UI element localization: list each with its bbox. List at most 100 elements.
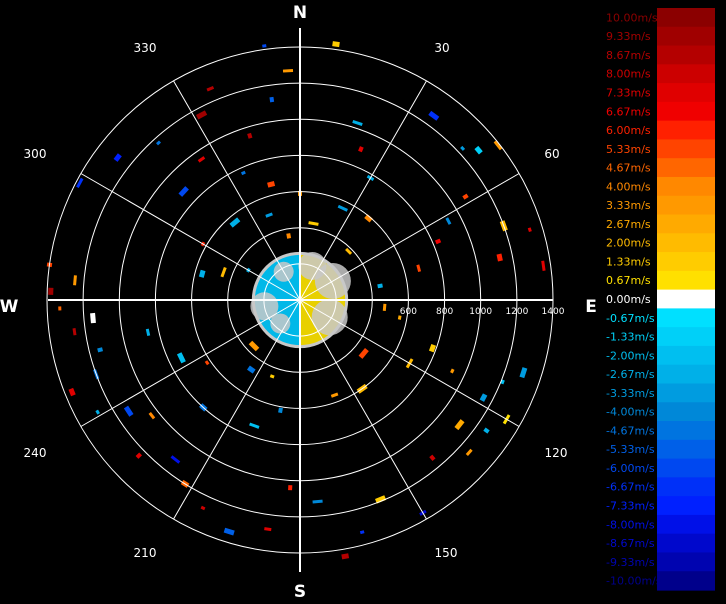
colorbar-label: 6.67m/s — [606, 105, 651, 118]
range-label: 600 — [400, 307, 417, 317]
colorbar-swatch — [657, 270, 715, 291]
echo-gate — [330, 392, 339, 398]
bearing-label: 300 — [24, 147, 47, 161]
echo-gate — [249, 422, 260, 429]
colorbar-swatch — [657, 496, 715, 516]
ppi-figure: N E S W 30 60 120 150 210 240 300 330 600 800 1000 1200… — [0, 0, 726, 602]
colorbar-label: 8.67m/s — [606, 49, 651, 62]
echo-gate — [220, 266, 227, 278]
echo-gate — [479, 393, 488, 402]
echo-gate — [435, 238, 442, 245]
colorbar-swatch — [657, 45, 715, 65]
echo-gate — [377, 283, 383, 289]
echo-gate — [73, 275, 77, 286]
bearing-label: 240 — [24, 446, 47, 460]
echo-gate — [429, 454, 436, 462]
echo-gate — [265, 212, 273, 218]
echo-gate — [170, 455, 181, 464]
echo-gate — [198, 269, 206, 278]
colorbar-label: -9.33m/s — [606, 556, 655, 569]
echo-gate — [269, 96, 275, 103]
echo-gate — [113, 153, 122, 162]
colorbar-swatch — [657, 176, 715, 197]
colorbar-label: 4.67m/s — [606, 162, 651, 175]
echo-gate — [176, 352, 186, 364]
echo-gate — [267, 181, 276, 188]
colorbar-label: 7.33m/s — [606, 87, 651, 100]
echo-gate — [483, 427, 490, 434]
colorbar-swatch — [657, 421, 715, 441]
colorbar-swatch — [657, 8, 715, 28]
colorbar-label: -0.67m/s — [606, 312, 655, 325]
range-label: 1000 — [469, 307, 492, 317]
compass-w-label: W — [0, 297, 19, 317]
colorbar-label: 0.67m/s — [606, 274, 651, 287]
echo-gate — [282, 69, 294, 73]
colorbar-label: 2.00m/s — [606, 237, 651, 250]
colorbar-label: -7.33m/s — [606, 500, 655, 513]
echo-gate — [72, 328, 77, 336]
compass-e-label: E — [585, 297, 597, 317]
colorbar-swatch — [657, 439, 715, 460]
colorbar-label: 4.00m/s — [606, 180, 651, 193]
echo-gate — [200, 505, 206, 511]
echo-gate — [223, 527, 235, 536]
bearing-label: 210 — [134, 546, 157, 560]
colorbar-swatch — [657, 477, 715, 497]
bearing-label: 60 — [544, 147, 559, 161]
range-label: 1400 — [542, 307, 565, 317]
echo-gate — [246, 365, 256, 374]
colorbar-label: 5.33m/s — [606, 143, 651, 156]
echo-gate — [358, 347, 369, 359]
colorbar-label: 10.00m/s — [606, 11, 658, 24]
colorbar-swatch — [657, 233, 715, 253]
colorbar-label: -2.00m/s — [606, 349, 655, 362]
colorbar-swatch — [657, 402, 715, 422]
colorbar-swatch — [657, 158, 715, 178]
echo-gate — [428, 110, 440, 121]
colorbar-label: -10.00m/s — [606, 575, 662, 588]
echo-gate — [148, 412, 156, 420]
echo-gate — [337, 204, 348, 212]
echo-gate — [240, 170, 246, 176]
echo-gate — [352, 120, 363, 126]
colorbar-swatch — [657, 533, 715, 554]
colorbar-swatch — [657, 345, 715, 366]
echo-gate — [358, 146, 364, 153]
echo-gate — [541, 260, 546, 271]
polar-grid — [46, 28, 554, 572]
echo-gate — [460, 145, 466, 151]
azimuth-spoke — [299, 299, 520, 427]
colorbar-swatch — [657, 139, 715, 159]
bearing-label: 330 — [134, 41, 157, 55]
colorbar-label: -8.00m/s — [606, 518, 655, 531]
colorbar-swatch — [657, 252, 715, 272]
colorbar-swatch — [657, 364, 715, 385]
colorbar-swatch — [657, 383, 715, 403]
range-label: 800 — [436, 307, 453, 317]
echo-gate — [278, 407, 283, 414]
colorbar-label: -5.33m/s — [606, 443, 655, 456]
colorbar-swatch — [657, 458, 715, 478]
echo-gate — [95, 409, 100, 415]
colorbar-label: 3.33m/s — [606, 199, 651, 212]
echo-gate — [341, 553, 350, 560]
colorbar-label: 8.00m/s — [606, 68, 651, 81]
echo-gate — [474, 145, 483, 155]
colorbar-swatch — [657, 214, 715, 234]
compass-s-label: S — [294, 582, 306, 600]
colorbar-label: -6.00m/s — [606, 462, 655, 475]
colorbar-label: 0.00m/s — [606, 293, 651, 306]
echo-gate — [465, 448, 473, 457]
colorbar-label: 2.67m/s — [606, 218, 651, 231]
colorbar-swatch — [657, 26, 715, 47]
polar-velocity-chart: N E S W 30 60 120 150 210 240 300 330 600 800 1000 1200… — [0, 3, 715, 602]
colorbar-swatch — [657, 120, 715, 141]
echo-gate — [308, 221, 319, 226]
echo-gate — [123, 405, 134, 417]
echo-gate — [229, 217, 241, 228]
echo-gate — [359, 530, 365, 535]
colorbar-label: -3.33m/s — [606, 387, 655, 400]
echo-gate — [58, 306, 62, 311]
colorbar-label: 6.00m/s — [606, 124, 651, 137]
